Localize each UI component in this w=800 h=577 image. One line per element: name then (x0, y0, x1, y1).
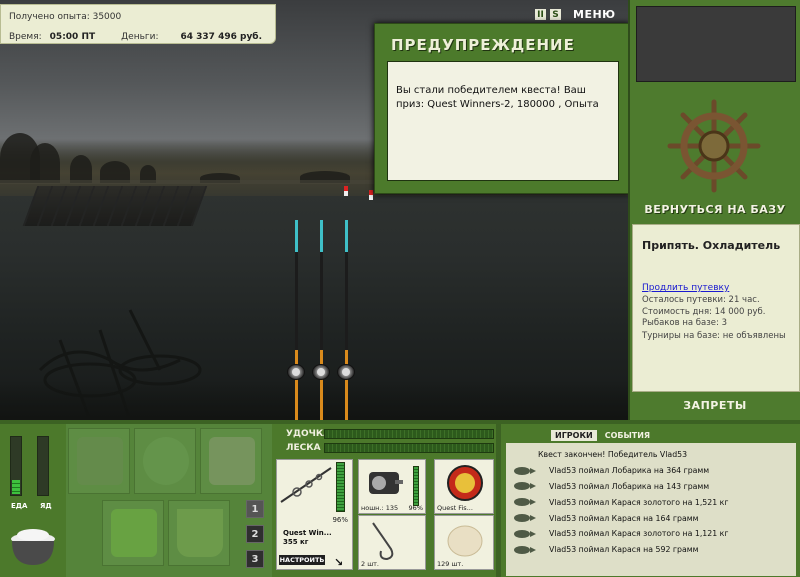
pause-button[interactable]: II (535, 9, 546, 20)
day-cost: Стоимость дня: 14 000 руб. (642, 307, 766, 317)
inventory-tab-2[interactable]: 2 (246, 525, 264, 543)
groundbait-count: 129 шт. (437, 560, 464, 568)
experience-text: Получено опыта: 35000 (9, 12, 122, 22)
inventory-slot-notebook[interactable] (200, 428, 262, 494)
rod-weight: 355 кг (283, 538, 309, 546)
reel-condition-bar (413, 466, 419, 506)
location-name: Припять. Охладитель (642, 239, 781, 252)
fish-icon (514, 514, 536, 523)
log-entry-text: Vlad53 поймал Карася золотого на 1,521 к… (549, 497, 729, 507)
bait-name: Quest Fis... (437, 504, 473, 512)
tab-events[interactable]: СОБЫТИЯ (601, 430, 654, 441)
poison-label: ЯД (40, 502, 52, 510)
list-item: Vlad53 поймал Карася на 164 грамм (506, 510, 796, 526)
reel-icon (369, 472, 403, 494)
log-quest-line: Квест закончен! Победитель Vlad53 (538, 450, 688, 460)
warning-message: Вы стали победителем квеста! Ваш приз: Q… (387, 61, 619, 181)
food-pot-icon[interactable] (6, 523, 60, 569)
list-item: Vlad53 поймал Карася золотого на 1,121 к… (506, 526, 796, 542)
mini-screen (636, 6, 796, 82)
float-1[interactable] (344, 186, 348, 196)
bans-button[interactable]: ЗАПРЕТЫ (630, 399, 800, 412)
fish-icon (514, 466, 536, 475)
bait-tin-icon (447, 465, 483, 501)
old-pier (22, 186, 208, 226)
log-list: Квест закончен! Победитель Vlad53 Vlad53… (506, 443, 796, 576)
tree-line (0, 128, 380, 183)
permit-remaining: Осталось путевки: 21 час. (642, 295, 760, 305)
experience-row: Получено опыта: 35000 (9, 9, 267, 25)
inventory-slot-basket[interactable] (102, 500, 164, 566)
location-panel: Припять. Охладитель Продлить путевку Ост… (632, 224, 800, 392)
inventory-tab-3[interactable]: 3 (246, 550, 264, 568)
list-item: Vlad53 поймал Лобарика на 143 грамм (506, 479, 796, 495)
log-entry-text: Vlad53 поймал Карася на 592 грамм (549, 545, 699, 555)
inventory-tab-1[interactable]: 1 (246, 500, 264, 518)
list-item: Vlad53 поймал Карася золотого на 1,521 к… (506, 494, 796, 510)
time-value: 05:00 ПТ (49, 32, 96, 42)
warning-dialog[interactable]: ПРЕДУПРЕЖДЕНИЕ Вы стали победителем квес… (374, 23, 630, 194)
right-panel: ВЕРНУТЬСЯ НА БАЗУ Припять. Охладитель Пр… (628, 0, 800, 420)
groundbait-card[interactable]: 129 шт. (434, 515, 494, 570)
time-money-row: Время: 05:00 ПТ Деньги: 64 337 496 руб. (9, 29, 267, 45)
foreground-reeds (0, 380, 628, 420)
inventory-panel (66, 424, 272, 577)
inventory-slot-bucket[interactable] (168, 500, 230, 566)
expand-arrow-icon[interactable]: ↘ (334, 556, 343, 569)
rod-tension-bar (324, 429, 494, 439)
log-entry-text: Vlad53 поймал Карася на 164 грамм (549, 513, 699, 523)
return-to-base-button[interactable]: ВЕРНУТЬСЯ НА БАЗУ (630, 203, 800, 216)
tournaments-status: Турниры на базе: не объявлены (642, 331, 786, 341)
log-tabs: ИГРОКИ СОБЫТИЯ (551, 430, 654, 441)
log-entry-text: Vlad53 поймал Лобарика на 364 грамм (549, 466, 710, 476)
ship-wheel-icon[interactable] (666, 98, 762, 194)
food-label: ЕДА (11, 502, 28, 510)
tab-players[interactable]: ИГРОКИ (551, 430, 597, 441)
fish-icon (514, 545, 536, 554)
warning-title: ПРЕДУПРЕЖДЕНИЕ (391, 36, 575, 54)
anglers-count: Рыбаков на базе: 3 (642, 318, 727, 328)
top-controls: II S МЕНЮ (535, 8, 616, 21)
float-2[interactable] (369, 190, 373, 200)
setup-button[interactable]: НАСТРОИТЬ (279, 555, 325, 565)
log-entry-text: Vlad53 поймал Карася золотого на 1,121 к… (549, 529, 729, 539)
hook-count: 2 шт. (361, 560, 380, 568)
money-value: 64 337 496 руб. (180, 32, 263, 42)
player-info-panel: Получено опыта: 35000 Время: 05:00 ПТ Де… (0, 4, 276, 44)
rod-condition: 96% (332, 516, 348, 524)
sound-button[interactable]: S (550, 9, 561, 20)
inventory-slot-sack[interactable] (134, 428, 196, 494)
time-label: Время: (9, 32, 42, 42)
log-entry-text: Vlad53 поймал Лобарика на 143 грамм (549, 481, 710, 491)
extend-permit-link[interactable]: Продлить путевку (642, 283, 729, 293)
fish-icon (514, 498, 536, 507)
list-item: Vlad53 поймал Лобарика на 364 грамм (506, 463, 796, 479)
reel-caption: ношн.: 135 (361, 504, 399, 512)
rod-name: Quest Win... (283, 529, 332, 537)
inventory-slot-bag[interactable] (68, 428, 130, 494)
rod-condition-bar (336, 462, 345, 512)
hook-icon (372, 522, 394, 561)
fish-icon (514, 529, 536, 538)
food-meter (10, 436, 22, 496)
list-item: Vlad53 поймал Карася на 592 грамм (506, 542, 796, 558)
money-label: Деньги: (121, 32, 159, 42)
hook-card[interactable]: 2 шт. (358, 515, 426, 570)
menu-button[interactable]: МЕНЮ (573, 8, 616, 21)
line-bar-label: ЛЕСКА (286, 443, 321, 453)
rod-icon (280, 467, 332, 503)
event-log-panel: ИГРОКИ СОБЫТИЯ Квест закончен! Победител… (501, 424, 800, 577)
poison-meter (37, 436, 49, 496)
line-tension-bar (324, 443, 494, 453)
bait-card[interactable]: Quest Fis... (434, 459, 494, 514)
dough-ball-icon (447, 525, 483, 557)
fish-icon (514, 482, 536, 491)
